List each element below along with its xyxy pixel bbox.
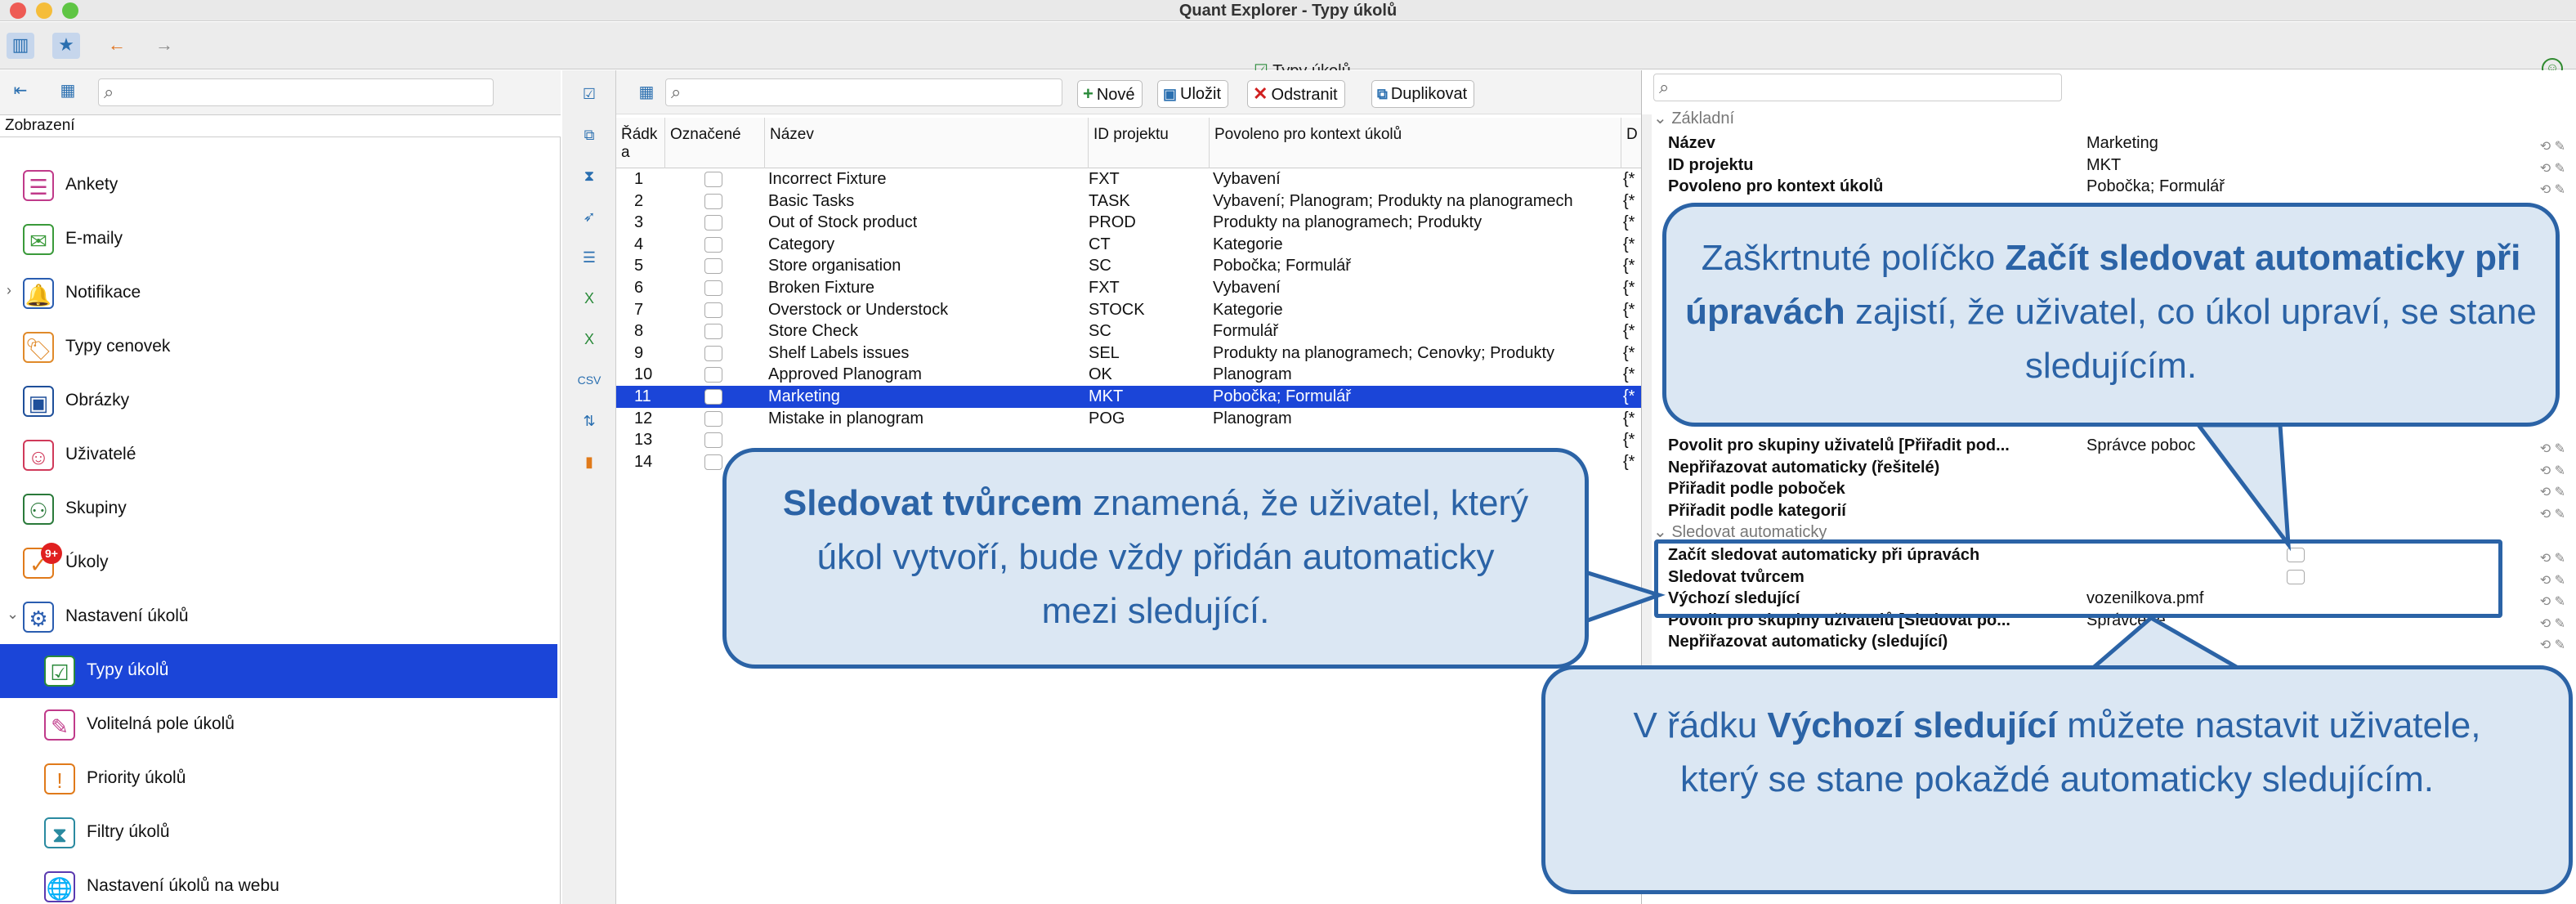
callout-3-text-bold: Výchozí sledující <box>1767 705 2057 745</box>
callout-3-tail <box>2086 615 2247 671</box>
callout-1-tail <box>2194 423 2292 552</box>
callout-start-following: Zaškrtnuté políčko Začít sledovat automa… <box>1662 203 2560 427</box>
app-window: Quant Explorer - Typy úkolů ▥ ★ ← → ☑ Ty… <box>0 0 2576 904</box>
callout-2-tail <box>1583 569 1666 624</box>
callout-3-text-pre: V řádku <box>1633 705 1768 745</box>
callout-1-text-post: zajistí, že uživatel, co úkol upraví, se… <box>1845 292 2537 386</box>
callout-follow-by-creator: Sledovat tvůrcem znamená, že uživatel, k… <box>722 448 1589 669</box>
callout-default-follower: V řádku Výchozí sledující můžete nastavi… <box>1541 665 2573 894</box>
callout-1-text-pre: Zaškrtnuté políčko <box>1701 238 2006 278</box>
callout-2-text-bold: Sledovat tvůrcem <box>782 483 1083 523</box>
